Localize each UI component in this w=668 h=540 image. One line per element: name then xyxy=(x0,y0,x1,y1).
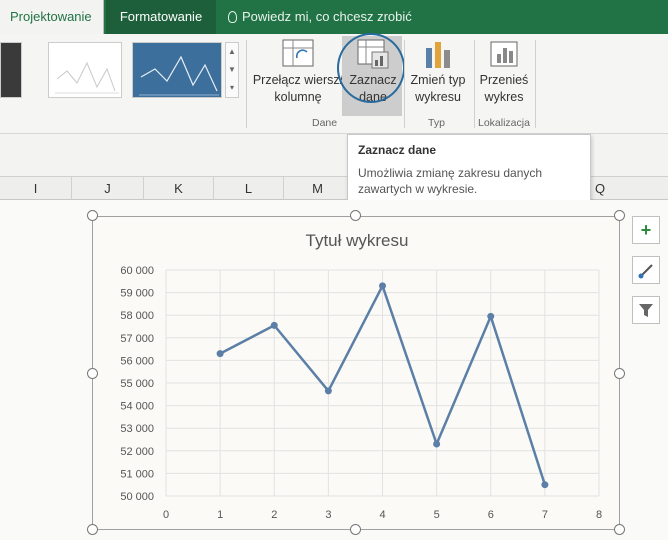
switch-label-line1: Przełącz wiersz/ xyxy=(252,73,344,87)
x-tick-label: 6 xyxy=(488,509,494,521)
x-tick-label: 0 xyxy=(163,509,169,521)
chart-elements-button[interactable]: + xyxy=(632,216,660,244)
tooltip-desc-line1: Umożliwia zmianę zakresu danych xyxy=(358,166,543,180)
group-label-typ: Typ xyxy=(428,117,445,129)
resize-handle[interactable] xyxy=(87,524,98,535)
gallery-more-icon[interactable]: ▾ xyxy=(226,79,238,97)
tooltip-desc-line2: zawartych w wykresie. xyxy=(358,182,478,196)
switch-row-column-button[interactable]: Przełącz wiersz/ kolumnę xyxy=(252,38,344,106)
tooltip-title: Zaznacz dane xyxy=(358,143,437,157)
x-tick-label: 7 xyxy=(542,509,548,521)
tell-me-box[interactable]: Powiedz mi, co chcesz zrobić xyxy=(228,0,412,34)
change-label-line2: wykresu xyxy=(415,90,461,104)
move-label-line1: Przenieś xyxy=(479,73,529,87)
resize-handle[interactable] xyxy=(87,368,98,379)
data-point xyxy=(487,312,495,320)
x-tick-label: 1 xyxy=(217,509,223,521)
tooltip: Zaznacz dane Umożliwia zmianę zakresu da… xyxy=(347,134,591,206)
data-point xyxy=(541,481,549,489)
y-tick-label: 52 000 xyxy=(120,446,154,458)
tab-projektowanie[interactable]: Projektowanie xyxy=(0,0,104,34)
switch-row-column-icon xyxy=(281,38,315,70)
y-tick-label: 57 000 xyxy=(120,333,154,345)
data-point xyxy=(216,350,224,358)
annotation-circle xyxy=(337,33,405,103)
data-point xyxy=(433,440,441,448)
brush-icon xyxy=(638,264,653,279)
ribbon-separator xyxy=(246,40,247,128)
tab-formatowanie[interactable]: Formatowanie xyxy=(106,0,216,34)
x-tick-label: 8 xyxy=(596,509,602,521)
chart-style-thumb-selected[interactable] xyxy=(132,42,222,98)
chart-styles-button[interactable] xyxy=(632,256,660,284)
change-label-line1: Zmień typ xyxy=(410,73,466,87)
switch-label-line2: kolumnę xyxy=(274,90,322,104)
gallery-scroll[interactable]: ▲ ▼ ▾ xyxy=(225,42,239,98)
y-tick-label: 50 000 xyxy=(120,491,154,503)
y-tick-label: 60 000 xyxy=(120,265,154,277)
data-point xyxy=(270,321,278,329)
data-point xyxy=(379,282,386,290)
column-header[interactable]: I xyxy=(0,177,72,200)
y-tick-label: 54 000 xyxy=(120,401,154,413)
lightbulb-icon xyxy=(228,11,237,23)
change-chart-type-icon xyxy=(421,38,455,70)
column-header[interactable]: M xyxy=(284,177,352,200)
gallery-up-icon[interactable]: ▲ xyxy=(226,43,238,61)
group-label-lokalizacja: Lokalizacja xyxy=(478,117,530,129)
y-tick-label: 56 000 xyxy=(120,355,154,367)
chart-style-thumb[interactable] xyxy=(48,42,122,98)
x-tick-label: 3 xyxy=(325,509,331,521)
y-tick-label: 59 000 xyxy=(120,288,154,300)
column-header[interactable]: K xyxy=(144,177,214,200)
chart-style-thumb[interactable] xyxy=(0,42,22,98)
ribbon-separator xyxy=(535,40,536,128)
plus-icon: + xyxy=(640,220,652,240)
x-tick-label: 4 xyxy=(379,509,385,521)
data-point xyxy=(324,387,332,395)
y-tick-label: 55 000 xyxy=(120,378,154,390)
chart-area[interactable]: Tytuł wykresu 50 000 51 000 52 000 53 000 54… xyxy=(92,216,620,530)
chart-styles-gallery: ▲ ▼ ▾ xyxy=(0,42,240,98)
resize-handle[interactable] xyxy=(350,210,361,221)
ribbon-separator xyxy=(404,40,405,128)
column-header[interactable]: L xyxy=(214,177,284,200)
group-label-dane: Dane xyxy=(312,117,338,129)
y-tick-label: 51 000 xyxy=(120,468,154,480)
resize-handle[interactable] xyxy=(614,524,625,535)
ribbon-tab-bar: Projektowanie Formatowanie Powiedz mi, c… xyxy=(0,0,668,34)
y-tick-label: 58 000 xyxy=(120,310,154,322)
move-chart-button[interactable]: Przenieś wykres xyxy=(476,38,532,106)
tell-me-label: Powiedz mi, co chcesz zrobić xyxy=(242,9,412,24)
resize-handle[interactable] xyxy=(614,368,625,379)
gallery-down-icon[interactable]: ▼ xyxy=(226,61,238,79)
column-header[interactable]: J xyxy=(72,177,144,200)
x-tick-label: 5 xyxy=(434,509,440,521)
chart-style-preview xyxy=(55,61,119,94)
change-chart-type-button[interactable]: Zmień typ wykresu xyxy=(406,38,470,106)
x-tick-label: 2 xyxy=(271,509,277,521)
resize-handle[interactable] xyxy=(87,210,98,221)
move-label-line2: wykres xyxy=(484,90,524,104)
move-chart-icon xyxy=(487,38,521,70)
filter-icon xyxy=(639,304,653,317)
resize-handle[interactable] xyxy=(614,210,625,221)
chart-filters-button[interactable] xyxy=(632,296,660,324)
y-tick-label: 53 000 xyxy=(120,423,154,435)
chart-style-preview xyxy=(139,55,219,96)
ribbon-separator xyxy=(474,40,475,128)
ribbon: ▲ ▼ ▾ Przełącz wiersz/ kolumnę Zaznacz d… xyxy=(0,33,668,134)
chart-plot: 50 00051 00052 00053 00054 00055 00056 0… xyxy=(120,265,602,521)
resize-handle[interactable] xyxy=(350,524,361,535)
